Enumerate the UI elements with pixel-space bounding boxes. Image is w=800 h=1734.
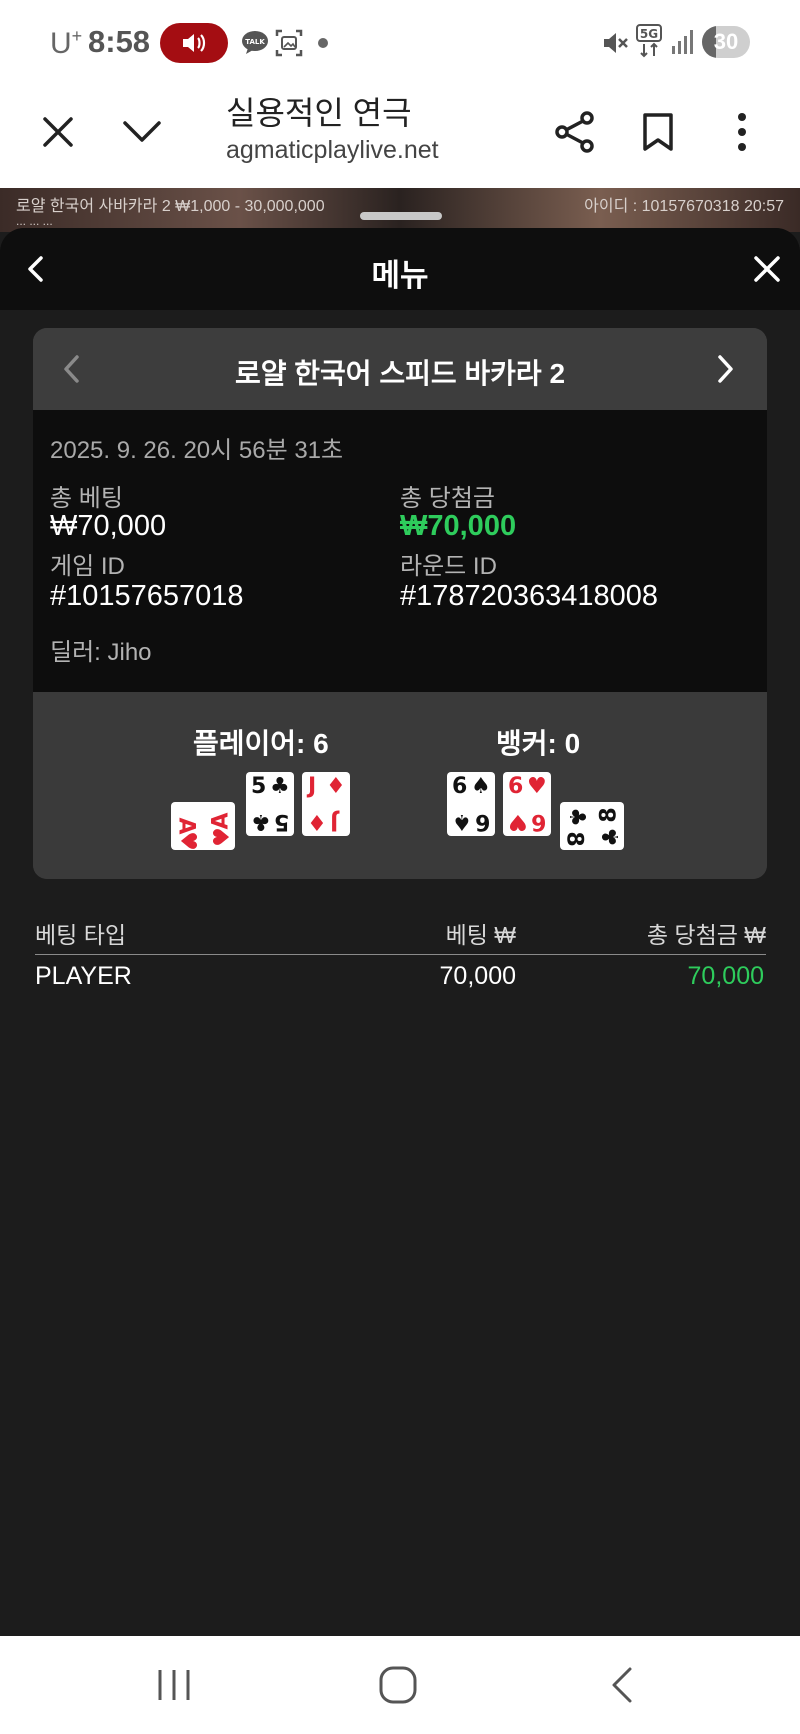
signal-icon <box>670 28 700 58</box>
bookmark-icon[interactable] <box>628 102 688 162</box>
win-amount-cell: 70,000 <box>687 962 764 990</box>
table-limits-text: 로얄 한국어 사바카라 2 ₩1,000 - 30,000,000 <box>16 198 325 215</box>
close-icon[interactable] <box>28 102 88 162</box>
bet-type-cell: PLAYER <box>35 962 132 990</box>
playing-card: 6 ♠ ♠ 6 <box>447 772 495 836</box>
column-header-bet: 베팅 ₩ <box>445 922 516 948</box>
sheet-title: 메뉴 <box>371 258 429 293</box>
back-icon[interactable] <box>592 1660 652 1710</box>
sheet-header: 메뉴 <box>0 228 800 310</box>
browser-toolbar: 실용적인 연극 agmaticplaylive.net <box>0 80 800 188</box>
chevron-down-icon[interactable] <box>112 102 172 162</box>
page-url[interactable]: agmaticplaylive.net <box>226 136 439 165</box>
round-id-label: 라운드 ID <box>400 553 497 580</box>
playing-card: 6 ♥ ♥ 6 <box>503 772 551 836</box>
video-peek: 로얄 한국어 사바카라 2 ₩1,000 - 30,000,000 아이디 : … <box>0 188 800 232</box>
total-bet-value: ₩70,000 <box>50 510 167 542</box>
total-win-value: ₩70,000 <box>400 510 517 542</box>
game-id-value: #10157657018 <box>50 580 244 612</box>
5g-icon: 5G <box>636 24 666 58</box>
recent-apps-icon[interactable] <box>144 1660 204 1710</box>
round-history-card: 로얄 한국어 스피드 바카라 2 2025. 9. 26. 20시 56분 31… <box>33 328 767 879</box>
playing-card: ♣ 8 8 ♣ <box>560 802 624 850</box>
home-icon[interactable] <box>368 1660 428 1710</box>
total-bet-label: 총 베팅 <box>50 485 123 512</box>
header-divider <box>35 954 766 955</box>
column-header-bet-type: 베팅 타입 <box>35 922 127 948</box>
drag-handle[interactable] <box>360 212 442 220</box>
playing-card: A ♥ A ♥ <box>171 802 235 851</box>
menu-sheet: 메뉴 로얄 한국어 스피드 바카라 2 2025. 9. 26. 20시 56분… <box>0 228 800 1636</box>
carrier-label: U+ <box>50 26 83 60</box>
sound-on-icon[interactable] <box>160 23 228 63</box>
playing-card: 5 ♣ ♣ 5 <box>246 772 294 836</box>
share-icon[interactable] <box>545 102 605 162</box>
dealer-name: 딜러: Jiho <box>50 639 152 666</box>
player-id-text: 아이디 : 10157670318 20:57 <box>584 198 784 215</box>
page-title: 실용적인 연극 <box>226 95 412 131</box>
battery-indicator: 30 <box>702 26 750 58</box>
gallery-icon <box>274 28 304 58</box>
player-score: 플레이어: 6 <box>193 728 329 759</box>
dot-icon <box>318 38 328 48</box>
game-title: 로얄 한국어 스피드 바카라 2 <box>234 358 566 389</box>
total-win-label: 총 당첨금 <box>400 485 495 512</box>
playing-card: J ♦ ♦ J <box>302 772 350 836</box>
game-id-label: 게임 ID <box>50 553 125 580</box>
svg-text:TALK: TALK <box>245 38 265 46</box>
banker-score: 뱅커: 0 <box>496 728 581 759</box>
column-header-win: 총 당첨금 ₩ <box>646 922 766 948</box>
talk-icon: TALK <box>240 28 270 58</box>
system-navbar <box>0 1636 800 1734</box>
card-header: 로얄 한국어 스피드 바카라 2 <box>33 328 767 410</box>
peek-subtext: ... ... ... <box>16 214 53 228</box>
svg-text:5G: 5G <box>640 27 658 41</box>
more-icon[interactable] <box>712 102 772 162</box>
round-id-value: #178720363418008 <box>400 580 659 612</box>
mute-icon <box>600 28 630 58</box>
next-round-icon[interactable] <box>701 344 751 394</box>
status-bar: U+ 8:58 TALK 5G 30 <box>0 0 800 80</box>
round-timestamp: 2025. 9. 26. 20시 56분 31초 <box>50 437 344 464</box>
status-clock: 8:58 <box>88 24 151 59</box>
round-info: 2025. 9. 26. 20시 56분 31초 총 베팅 ₩70,000 총 … <box>33 410 767 692</box>
bet-amount-cell: 70,000 <box>439 962 516 990</box>
close-menu-icon[interactable] <box>742 244 792 294</box>
hands-section: 플레이어: 6 뱅커: 0 A ♥ A ♥ 5 ♣ ♣ 5 J ♦ ♦ J 6 … <box>33 692 767 879</box>
